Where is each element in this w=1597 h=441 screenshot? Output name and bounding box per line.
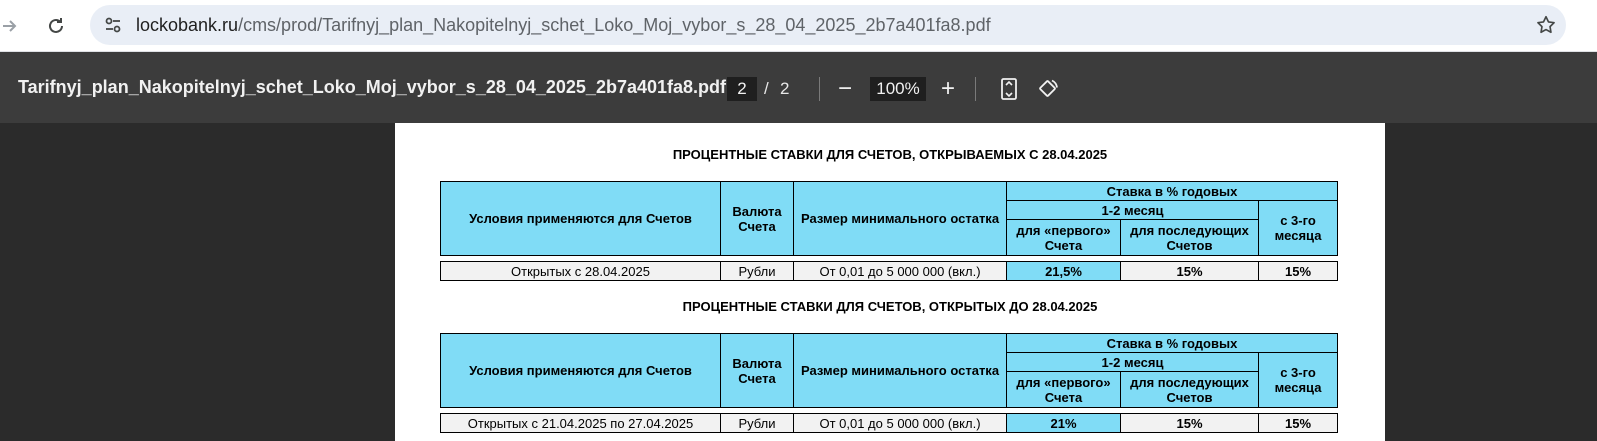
header-min-balance: Размер минимального остатка xyxy=(793,181,1007,256)
header-conditions: Условия применяются для Счетов xyxy=(440,181,721,256)
current-page-input[interactable]: 2 xyxy=(727,77,757,101)
table-row: Открытых с 21.04.2025 по 27.04.2025 Рубл… xyxy=(440,413,1338,433)
header-first-account: для «первого» Счета xyxy=(1006,219,1121,256)
header-next-accounts: для последующих Счетов xyxy=(1120,219,1259,256)
page-separator: / xyxy=(764,79,769,98)
fit-page-icon xyxy=(1001,78,1017,100)
cell-next-accounts-rate: 15% xyxy=(1120,261,1259,281)
rotate-button[interactable] xyxy=(1034,75,1062,103)
browser-toolbar: lockobank.ru/cms/prod/Tarifnyj_plan_Nako… xyxy=(0,0,1597,52)
forward-button[interactable] xyxy=(0,12,24,40)
arrow-right-icon xyxy=(3,20,17,32)
cell-conditions: Открытых с 21.04.2025 по 27.04.2025 xyxy=(440,413,721,433)
pdf-toolbar: Tarifnyj_plan_Nakopitelnyj_schet_Loko_Mo… xyxy=(0,52,1597,123)
minus-icon: − xyxy=(837,75,852,102)
bookmark-button[interactable] xyxy=(1532,11,1560,39)
cell-next-accounts-rate: 15% xyxy=(1120,413,1259,433)
rotate-icon xyxy=(1039,79,1058,97)
star-icon xyxy=(1537,15,1555,34)
zoom-in-button[interactable]: + xyxy=(934,75,962,103)
rates-table-1: Условия применяются для Счетов Валюта Сч… xyxy=(440,181,1338,281)
cell-min-balance: От 0,01 до 5 000 000 (вкл.) xyxy=(793,413,1007,433)
zoom-level-input[interactable]: 100% xyxy=(870,77,926,101)
header-conditions: Условия применяются для Счетов xyxy=(440,333,721,408)
header-rate-group: Ставка в % годовых xyxy=(1006,181,1338,201)
url-host: lockobank.ru xyxy=(136,14,239,35)
cell-first-account-rate: 21% xyxy=(1006,413,1121,433)
fit-page-button[interactable] xyxy=(995,75,1023,103)
pdf-page: ПРОЦЕНТНЫЕ СТАВКИ ДЛЯ СЧЕТОВ, ОТКРЫВАЕМЫ… xyxy=(395,123,1385,441)
address-bar[interactable]: lockobank.ru/cms/prod/Tarifnyj_plan_Nako… xyxy=(90,5,1566,45)
tune-icon xyxy=(105,17,121,33)
reload-icon xyxy=(49,18,63,33)
total-pages: 2 xyxy=(780,79,790,98)
header-rate-group: Ставка в % годовых xyxy=(1006,333,1338,353)
header-months-1-2: 1-2 месяц xyxy=(1006,200,1259,220)
header-months-1-2: 1-2 месяц xyxy=(1006,352,1259,372)
reload-button[interactable] xyxy=(42,12,70,40)
header-from-3rd-month: с 3-го месяца xyxy=(1258,352,1338,408)
header-currency: Валюта Счета xyxy=(720,181,794,256)
cell-currency: Рубли xyxy=(720,261,794,281)
toolbar-divider xyxy=(975,77,976,101)
cell-currency: Рубли xyxy=(720,413,794,433)
table-row: Открытых с 28.04.2025 Рубли От 0,01 до 5… xyxy=(440,261,1338,281)
cell-from-3rd-rate: 15% xyxy=(1258,413,1338,433)
toolbar-divider xyxy=(819,77,820,101)
header-currency: Валюта Счета xyxy=(720,333,794,408)
header-next-accounts: для последующих Счетов xyxy=(1120,371,1259,408)
url-text[interactable]: lockobank.ru/cms/prod/Tarifnyj_plan_Nako… xyxy=(136,15,991,36)
url-path: /cms/prod/Tarifnyj_plan_Nakopitelnyj_sch… xyxy=(238,14,991,35)
section1-heading: ПРОЦЕНТНЫЕ СТАВКИ ДЛЯ СЧЕТОВ, ОТКРЫВАЕМЫ… xyxy=(672,147,1108,162)
table-header-row: Условия применяются для Счетов Валюта Сч… xyxy=(440,181,1338,256)
header-min-balance: Размер минимального остатка xyxy=(793,333,1007,408)
cell-min-balance: От 0,01 до 5 000 000 (вкл.) xyxy=(793,261,1007,281)
site-info-button[interactable] xyxy=(96,11,130,39)
rates-table-2: Условия применяются для Счетов Валюта Сч… xyxy=(440,333,1338,433)
cell-first-account-rate: 21,5% xyxy=(1006,261,1121,281)
section2-heading: ПРОЦЕНТНЫЕ СТАВКИ ДЛЯ СЧЕТОВ, ОТКРЫТЫХ Д… xyxy=(682,299,1098,314)
table-header-row: Условия применяются для Счетов Валюта Сч… xyxy=(440,333,1338,408)
document-title: Tarifnyj_plan_Nakopitelnyj_schet_Loko_Mo… xyxy=(18,77,727,97)
header-from-3rd-month: с 3-го месяца xyxy=(1258,200,1338,256)
cell-conditions: Открытых с 28.04.2025 xyxy=(440,261,721,281)
plus-icon: + xyxy=(940,75,955,102)
zoom-out-button[interactable]: − xyxy=(831,75,859,103)
header-first-account: для «первого» Счета xyxy=(1006,371,1121,408)
cell-from-3rd-rate: 15% xyxy=(1258,261,1338,281)
